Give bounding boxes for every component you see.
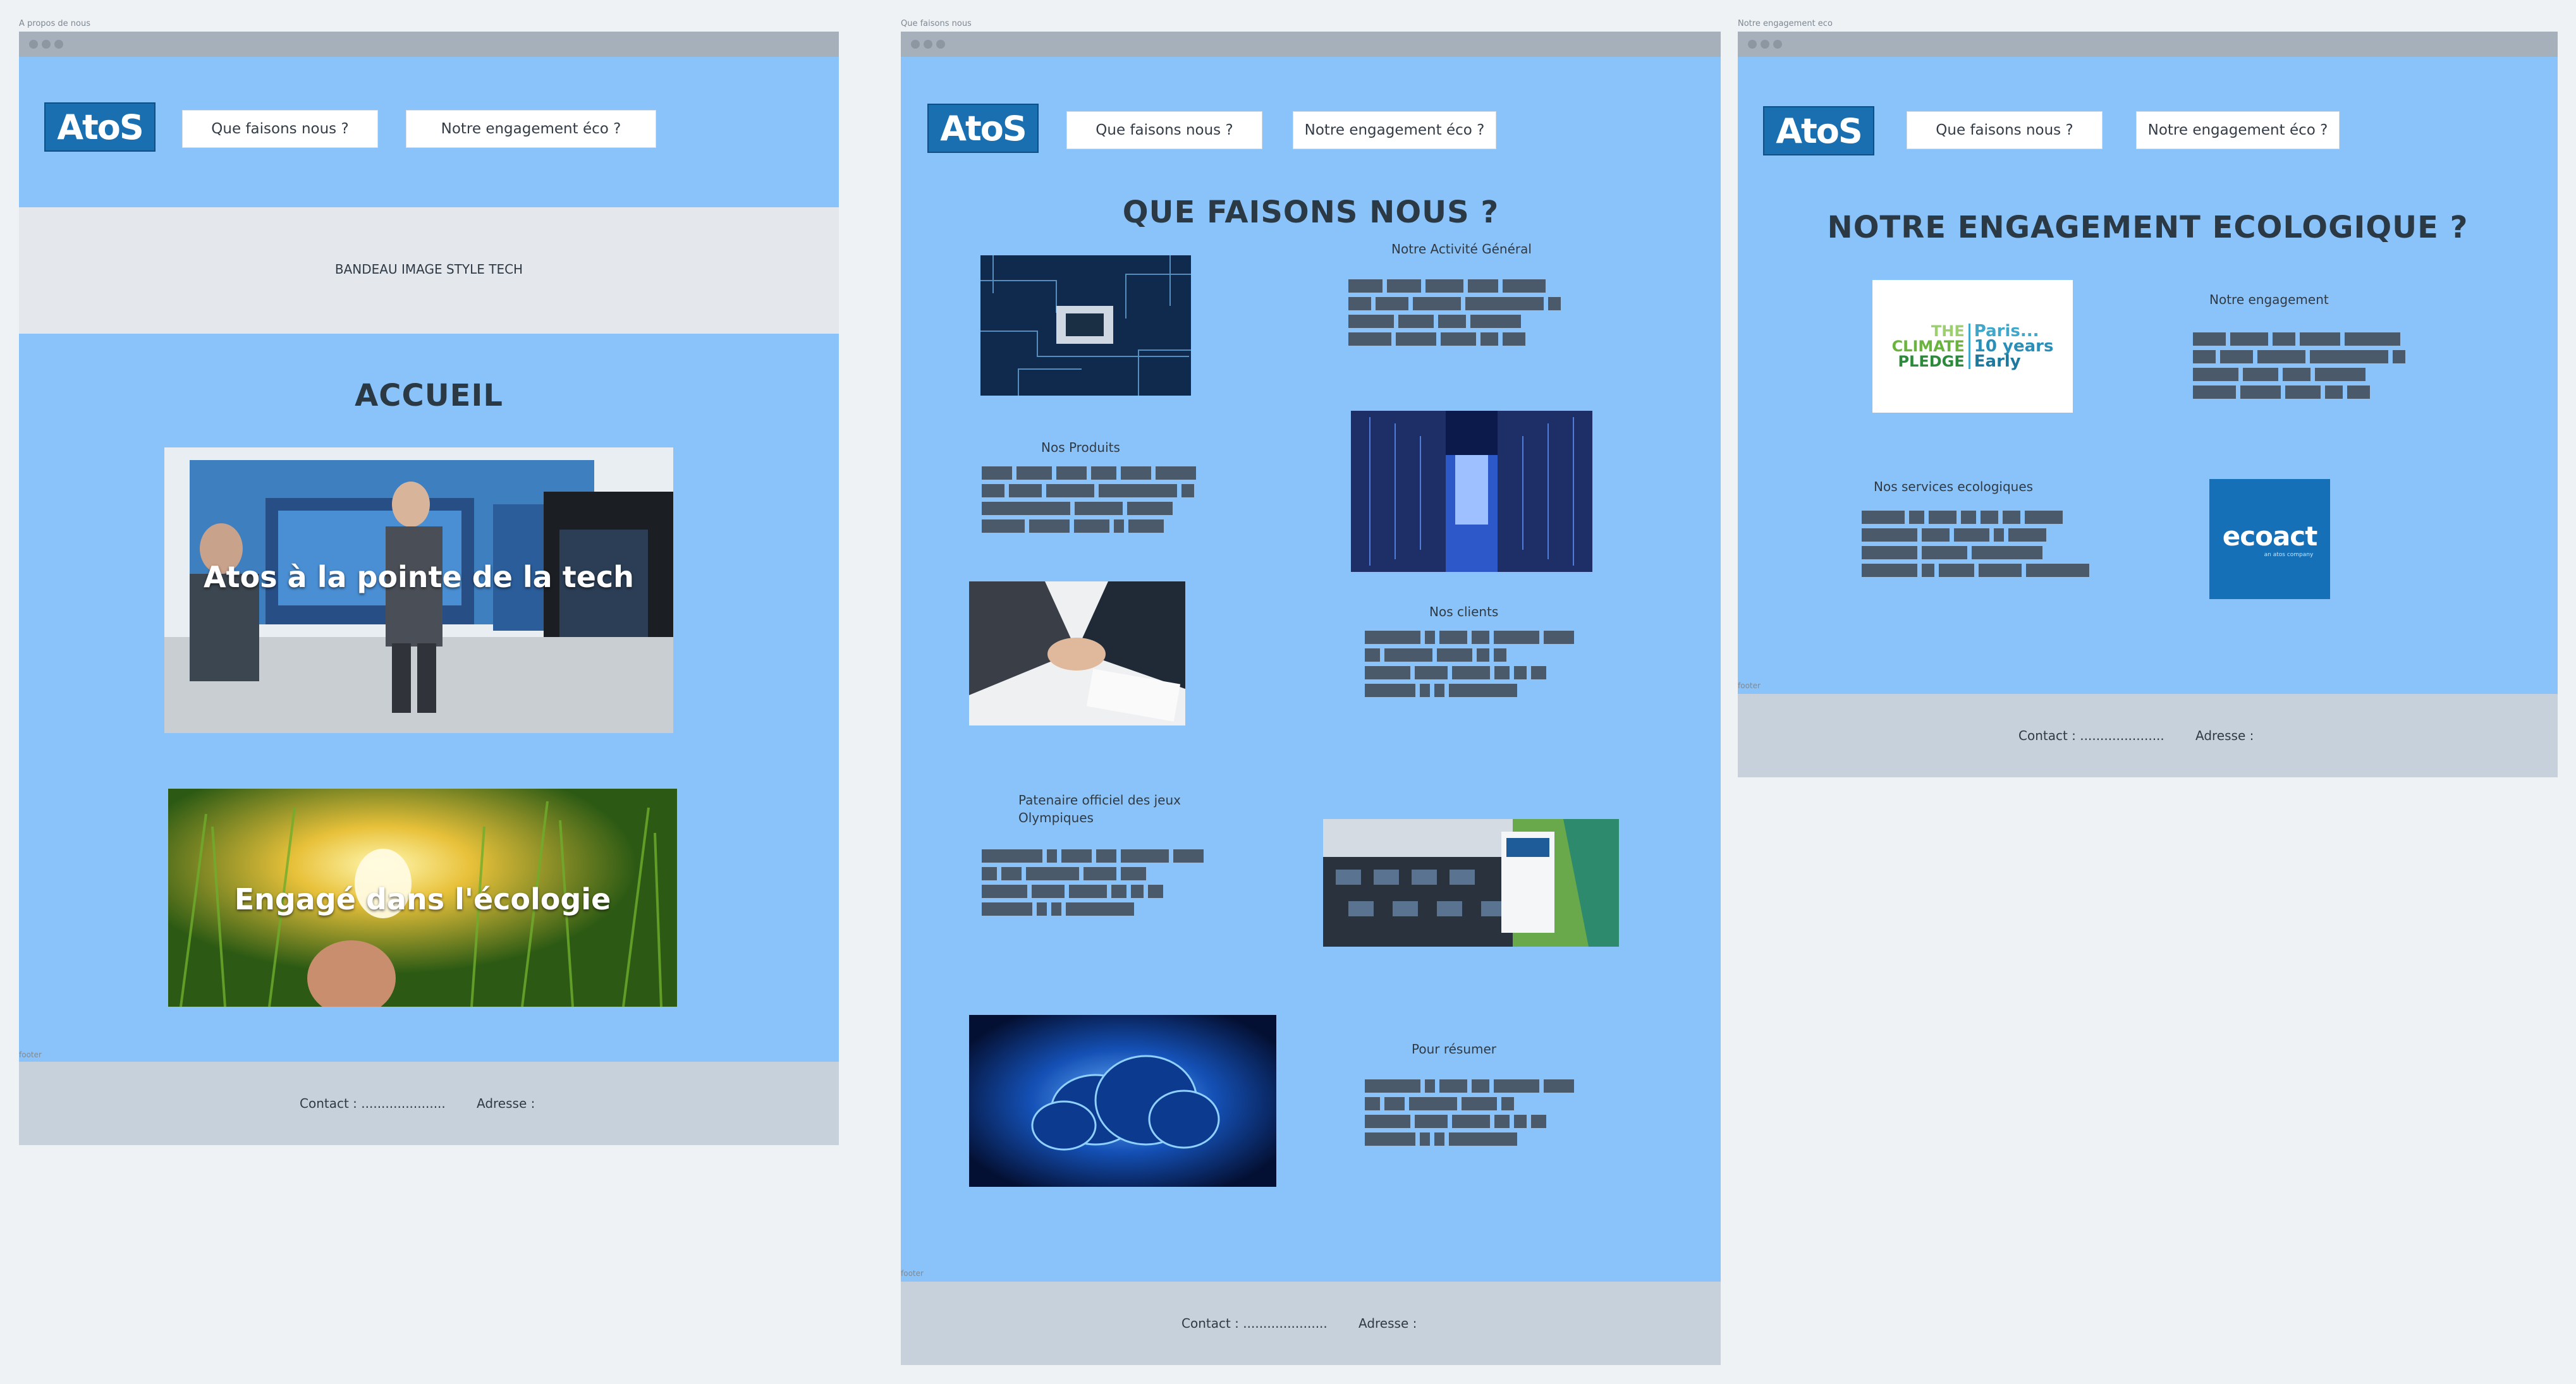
ecoact-subtitle: an atos company — [2264, 551, 2314, 558]
tech-banner: BANDEAU IMAGE STYLE TECH — [19, 207, 839, 334]
section-label-olympics: Patenaire officiel des jeux Olympiques — [1018, 792, 1181, 825]
atos-logo[interactable]: AtoS — [44, 102, 156, 152]
text-placeholder-commitment — [2193, 332, 2405, 403]
frame-label-about: A propos de nous — [19, 19, 90, 28]
window-chrome — [19, 32, 839, 57]
window-dot[interactable] — [924, 40, 932, 49]
footer-address: Adresse : — [477, 1096, 535, 1111]
pledge-climate: CLIMATE — [1891, 337, 1965, 355]
footer-tag: footer — [901, 1269, 924, 1278]
nav-button-eco[interactable]: Notre engagement éco ? — [406, 110, 656, 148]
page-title: ACCUEIL — [355, 378, 503, 413]
window-dot[interactable] — [29, 40, 38, 49]
footer-tag: footer — [1738, 681, 1761, 690]
section-label-clients: Nos clients — [1429, 604, 1499, 619]
footer-address: Adresse : — [1358, 1316, 1417, 1331]
section-label-summary: Pour résumer — [1412, 1041, 1497, 1057]
climate-pledge-logo[interactable]: THE CLIMATE PLEDGE Paris... 10 years Ear… — [1872, 280, 2073, 413]
footer-address: Adresse : — [2195, 728, 2254, 743]
section-label-products: Nos Produits — [1041, 440, 1120, 455]
frame-what: AtoS Que faisons nous ? Notre engagement… — [901, 32, 1721, 1365]
circuit-board-image[interactable] — [980, 255, 1191, 396]
server-room-image[interactable] — [1351, 411, 1592, 572]
text-placeholder-clients — [1365, 631, 1574, 701]
cloud-photo — [969, 1015, 1276, 1187]
cloud-image[interactable] — [969, 1015, 1276, 1187]
frame-label-what: Que faisons nous — [901, 19, 972, 28]
footer-contact: Contact : ..................... — [1181, 1316, 1328, 1331]
nav-button-what[interactable]: Que faisons nous ? — [1066, 111, 1262, 149]
window-chrome — [1738, 32, 2558, 57]
window-dot[interactable] — [936, 40, 945, 49]
frame-about: AtoS Que faisons nous ? Notre engagement… — [19, 32, 839, 1145]
frame-label-eco: Notre engagement eco — [1738, 19, 1833, 28]
window-chrome — [901, 32, 1721, 57]
footer: Contact : ..................... Adresse … — [901, 1282, 1721, 1365]
page-title: QUE FAISONS NOUS ? — [1122, 195, 1499, 230]
window-dot[interactable] — [1748, 40, 1757, 49]
atos-logo[interactable]: AtoS — [927, 104, 1039, 153]
olympics-image[interactable] — [1323, 819, 1619, 947]
pledge-the: THE — [1931, 322, 1965, 340]
footer: Contact : ..................... Adresse … — [19, 1062, 839, 1145]
section-label-general: Notre Activité Général — [1391, 241, 1532, 257]
frame-eco: AtoS Que faisons nous ? Notre engagement… — [1738, 32, 2558, 777]
nav-button-what[interactable]: Que faisons nous ? — [182, 110, 378, 148]
footer-contact: Contact : ..................... — [2018, 728, 2164, 743]
ecoact-logo[interactable]: ecoact an atos company — [2209, 479, 2330, 599]
window-dot[interactable] — [1773, 40, 1782, 49]
text-placeholder-products — [982, 466, 1196, 537]
window-dot[interactable] — [911, 40, 920, 49]
nav-button-eco[interactable]: Notre engagement éco ? — [2136, 111, 2340, 149]
ecoact-wordmark: ecoact — [2222, 520, 2318, 552]
olympics-photo — [1323, 819, 1619, 947]
page-title: NOTRE ENGAGEMENT ECOLOGIQUE ? — [1827, 210, 2469, 245]
tech-banner-label: BANDEAU IMAGE STYLE TECH — [334, 262, 523, 277]
climate-pledge-wordmark: THE CLIMATE PLEDGE — [1892, 324, 1965, 369]
climate-pledge-paris: Paris... 10 years Early — [1968, 323, 2053, 371]
text-placeholder-summary — [1365, 1079, 1574, 1150]
hero-caption-tech: Atos à la pointe de la tech — [204, 560, 634, 594]
window-dot[interactable] — [54, 40, 63, 49]
circuit-photo — [980, 255, 1191, 396]
section-label-services: Nos services ecologiques — [1874, 479, 2034, 494]
nav-button-what[interactable]: Que faisons nous ? — [1907, 111, 2103, 149]
text-placeholder-olympics — [982, 849, 1204, 920]
nav-button-eco[interactable]: Notre engagement éco ? — [1293, 111, 1496, 149]
handshake-photo — [969, 581, 1185, 725]
atos-logo[interactable]: AtoS — [1763, 106, 1874, 155]
text-placeholder-general — [1348, 279, 1561, 350]
footer: Contact : ..................... Adresse … — [1738, 694, 2558, 777]
pledge-early: Early — [1974, 352, 2021, 371]
window-dot[interactable] — [42, 40, 51, 49]
hero-caption-eco: Engagé dans l'écologie — [234, 882, 611, 916]
window-dot[interactable] — [1761, 40, 1769, 49]
footer-tag: footer — [19, 1050, 42, 1059]
footer-contact: Contact : ..................... — [300, 1096, 446, 1111]
hero-image-eco[interactable]: Engagé dans l'écologie — [168, 789, 677, 1007]
handshake-image[interactable] — [969, 581, 1185, 725]
hero-image-tech[interactable]: Atos à la pointe de la tech — [164, 447, 673, 733]
section-label-commitment: Notre engagement — [2209, 292, 2329, 307]
pledge-pledge: PLEDGE — [1898, 353, 1965, 370]
server-photo — [1351, 411, 1592, 572]
text-placeholder-services — [1862, 511, 2089, 581]
